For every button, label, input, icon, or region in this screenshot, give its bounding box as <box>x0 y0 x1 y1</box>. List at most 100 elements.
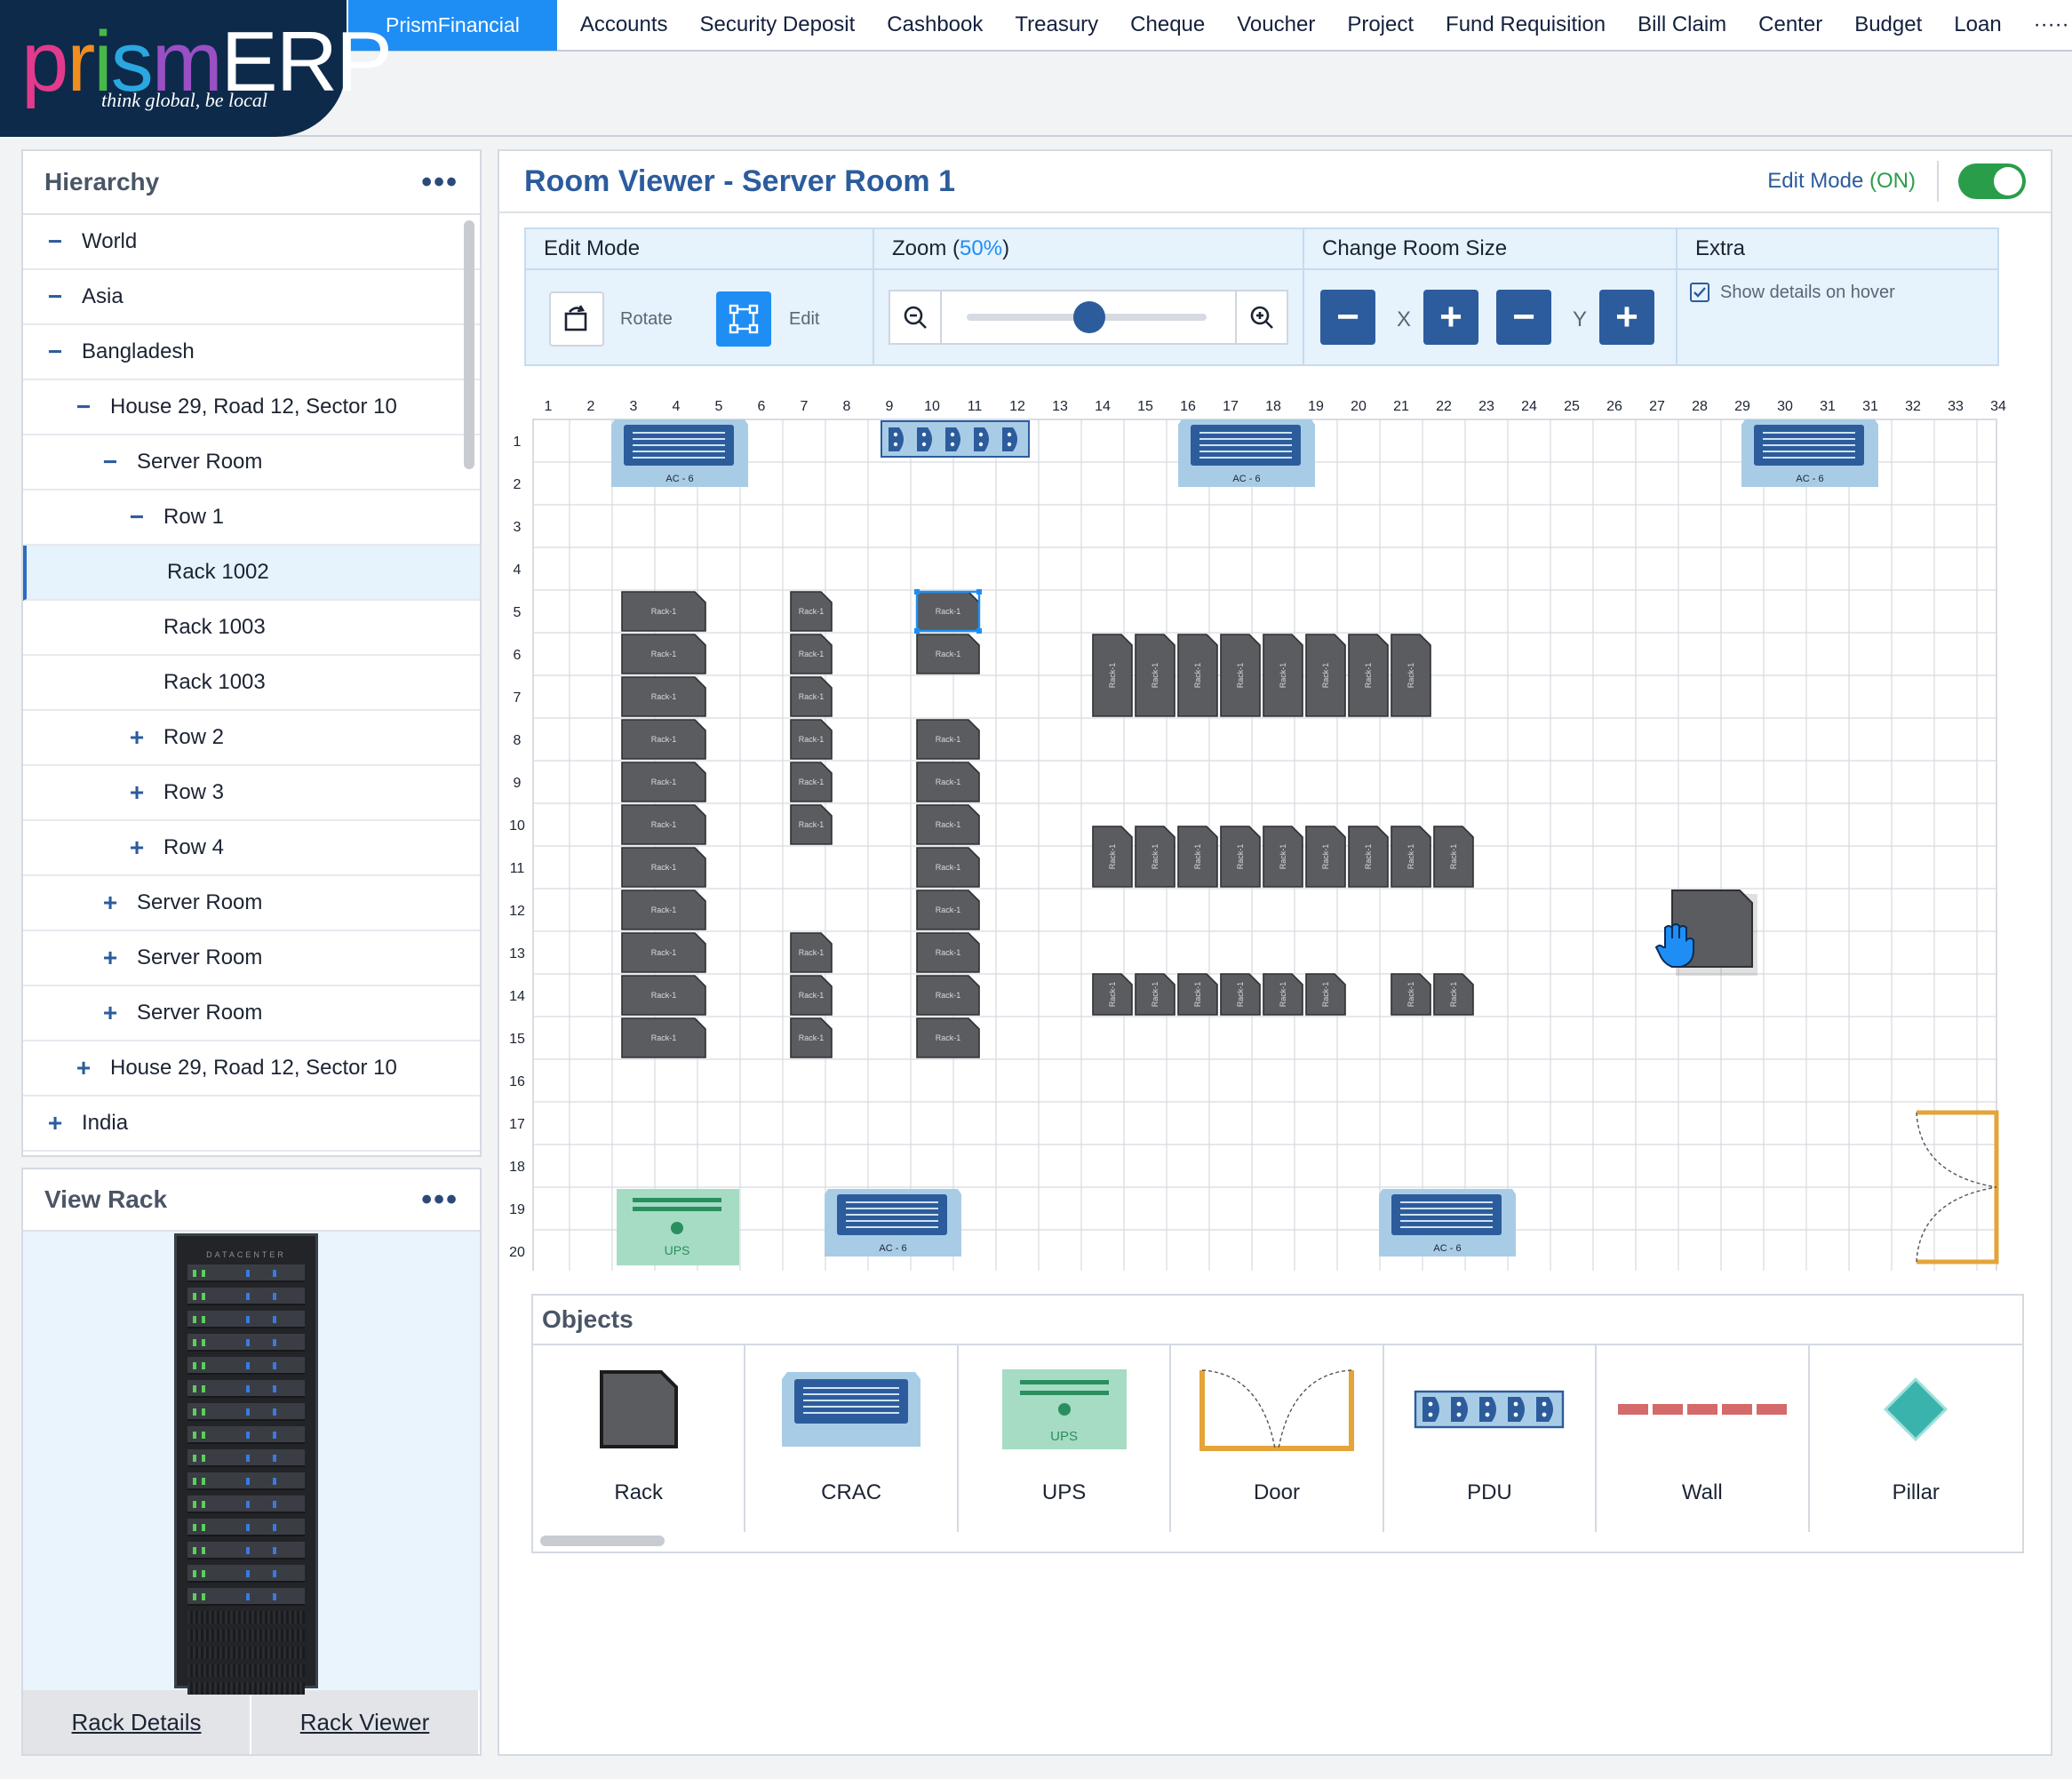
column-label: 3 <box>630 399 638 414</box>
zoom-in-button[interactable] <box>1235 291 1287 343</box>
nav-item[interactable]: ····· <box>2018 12 2072 37</box>
nav-item[interactable]: Accounts <box>564 12 684 37</box>
tree-item[interactable]: Rack 1002 <box>23 546 480 601</box>
nav-item[interactable]: Cashbook <box>871 12 999 37</box>
expand-icon[interactable]: + <box>100 890 121 915</box>
edit-mode-toggle[interactable] <box>1958 164 2026 199</box>
tree-item[interactable]: − Server Room <box>23 435 480 491</box>
expand-icon[interactable]: + <box>126 835 147 860</box>
zoom-slider-knob[interactable] <box>1073 301 1105 333</box>
collapse-icon[interactable]: − <box>126 505 147 530</box>
column-label: 15 <box>1137 399 1153 414</box>
room-x-increase-button[interactable]: + <box>1423 290 1478 345</box>
room-grid-canvas[interactable]: 1 2 3 4 5 6 7 8 9 10 11 12 13 14 15 16 17 18 19 20 21 22 23 24 2… <box>498 382 2026 1273</box>
collapse-icon[interactable]: − <box>44 339 66 364</box>
rack-label: Rack-1 <box>1279 982 1287 1008</box>
tree-scrollbar[interactable] <box>464 220 474 469</box>
rack-label: Rack-1 <box>799 778 825 786</box>
object-label: Wall <box>1681 1480 1723 1504</box>
object-rack[interactable]: Rack <box>533 1345 746 1532</box>
object-door[interactable]: Door <box>1171 1345 1384 1532</box>
room-grid[interactable]: 1 2 3 4 5 6 7 8 9 10 11 12 13 14 15 16 17 18 19 20 21 22 23 24 2… <box>498 382 2026 1273</box>
tree-item[interactable]: − House 29, Road 12, Sector 10 <box>23 380 480 435</box>
rack-label: Rack-1 <box>651 1033 677 1042</box>
logo[interactable]: prismERP think global, be local <box>0 0 393 137</box>
nav-item[interactable]: Project <box>1331 12 1430 37</box>
rack-unit <box>187 1426 305 1444</box>
tree-item[interactable]: + Row 2 <box>23 711 480 766</box>
tree-item[interactable]: + Server Room <box>23 986 480 1041</box>
object-ups[interactable]: UPS UPS <box>959 1345 1172 1532</box>
pdu-socket <box>917 427 932 451</box>
nav-item[interactable]: Voucher <box>1221 12 1331 37</box>
selection-handle[interactable] <box>976 628 982 634</box>
nav-item[interactable]: Loan <box>1938 12 2017 37</box>
expand-icon[interactable]: + <box>126 780 147 805</box>
room-x-decrease-button[interactable]: − <box>1320 290 1375 345</box>
rack-unit-led <box>193 1293 196 1300</box>
show-details-checkbox[interactable] <box>1690 283 1709 302</box>
selection-handle[interactable] <box>914 589 920 594</box>
object-pdu[interactable]: PDU <box>1384 1345 1598 1532</box>
nav-item[interactable]: Budget <box>1838 12 1938 37</box>
tree-item[interactable]: + Server Room <box>23 931 480 986</box>
rack-label: Rack-1 <box>1151 982 1160 1008</box>
tree-item[interactable]: + House 29, Road 12, Sector 10 <box>23 1041 480 1097</box>
room-y-increase-button[interactable]: + <box>1599 290 1654 345</box>
nav-item[interactable]: Cheque <box>1114 12 1221 37</box>
hierarchy-more-icon[interactable]: ••• <box>421 165 458 200</box>
nav-item[interactable]: Security Deposit <box>684 12 872 37</box>
column-label: 23 <box>1478 399 1494 414</box>
room-y-decrease-button[interactable]: − <box>1496 290 1551 345</box>
rack-unit-led <box>193 1593 196 1600</box>
logo-tagline: think global, be local <box>101 89 267 111</box>
column-label: 9 <box>886 399 894 414</box>
object-wall[interactable]: Wall <box>1597 1345 1810 1532</box>
rack-unit-led <box>193 1524 196 1531</box>
collapse-icon[interactable]: − <box>44 229 66 254</box>
collapse-icon[interactable]: − <box>100 450 121 475</box>
tree-item[interactable]: + Row 3 <box>23 766 480 821</box>
object-pillar[interactable]: Pillar <box>1810 1345 2022 1532</box>
tree-item[interactable]: Rack 1003 <box>23 656 480 711</box>
column-label: 10 <box>924 399 940 414</box>
view-rack-more-icon[interactable]: ••• <box>421 1183 458 1217</box>
rack-unit <box>187 1403 305 1421</box>
nav-item[interactable]: Treasury <box>999 12 1114 37</box>
expand-icon[interactable]: + <box>100 1001 121 1025</box>
expand-icon[interactable]: + <box>73 1056 94 1081</box>
rack-label: Rack-1 <box>1407 844 1415 870</box>
rack-label: Rack-1 <box>799 650 825 658</box>
selection-handle[interactable] <box>914 628 920 634</box>
nav-item[interactable]: Bill Claim <box>1622 12 1742 37</box>
tree-item[interactable]: Rack 1003 <box>23 601 480 656</box>
zoom-out-button[interactable] <box>890 291 942 343</box>
collapse-icon[interactable]: − <box>44 284 66 309</box>
nav-item[interactable]: Fund Requisition <box>1430 12 1622 37</box>
rack-label: Rack-1 <box>936 905 961 914</box>
column-label: 19 <box>1308 399 1324 414</box>
nav-item[interactable]: Center <box>1742 12 1838 37</box>
rotate-button[interactable] <box>549 291 604 347</box>
expand-icon[interactable]: + <box>126 725 147 750</box>
objects-scrollbar[interactable] <box>540 1536 665 1546</box>
tree-item[interactable]: − Bangladesh <box>23 325 480 380</box>
rack-unit-led <box>193 1432 196 1439</box>
tree-item[interactable]: + Row 4 <box>23 821 480 876</box>
tree-item[interactable]: − World <box>23 215 480 270</box>
object-crac[interactable]: CRAC <box>745 1345 959 1532</box>
tree-item[interactable]: − Asia <box>23 270 480 325</box>
tree-item[interactable]: − Row 1 <box>23 491 480 546</box>
expand-icon[interactable]: + <box>44 1111 66 1136</box>
rack-label: Rack-1 <box>936 607 961 616</box>
selection-handle[interactable] <box>976 589 982 594</box>
tree-item[interactable]: + India <box>23 1097 480 1152</box>
rack-viewer-link[interactable]: Rack Viewer <box>251 1690 480 1754</box>
rack-details-link[interactable]: Rack Details <box>23 1690 251 1754</box>
expand-icon[interactable]: + <box>100 945 121 970</box>
edit-button[interactable] <box>716 291 771 347</box>
crac-label: AC - 6 <box>879 1243 906 1254</box>
tree-item[interactable]: + Server Room <box>23 876 480 931</box>
collapse-icon[interactable]: − <box>73 395 94 419</box>
crac-label: AC - 6 <box>1796 474 1823 484</box>
